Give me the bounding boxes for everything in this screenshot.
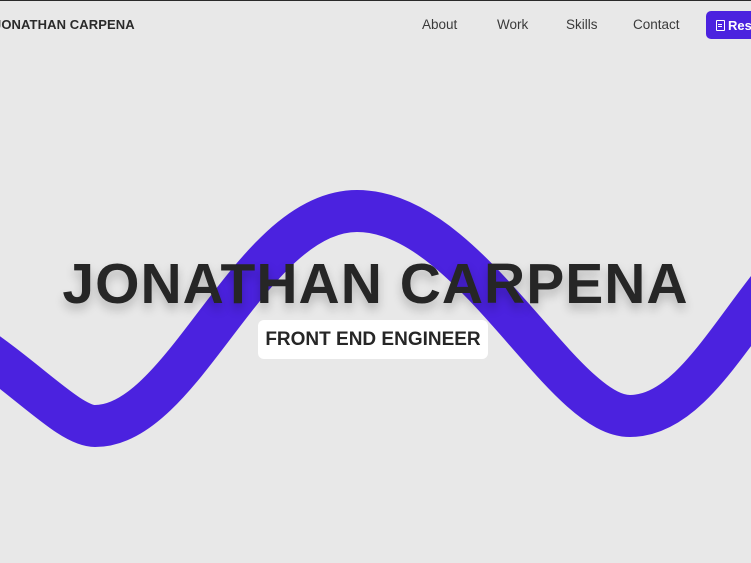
navbar: JONATHAN CARPENA About Work Skills Conta… bbox=[0, 1, 751, 49]
page: JONATHAN CARPENA About Work Skills Conta… bbox=[0, 0, 751, 563]
hero-title: JONATHAN CARPENA bbox=[62, 252, 689, 316]
subtitle-badge: FRONT END ENGINEER bbox=[258, 320, 488, 359]
resume-button[interactable]: Res bbox=[706, 11, 751, 39]
nav-link-skills[interactable]: Skills bbox=[566, 17, 598, 32]
nav-link-contact[interactable]: Contact bbox=[633, 17, 680, 32]
resume-button-label: Res bbox=[728, 18, 751, 33]
nav-link-work[interactable]: Work bbox=[497, 17, 528, 32]
nav-links: About Work Skills Contact bbox=[0, 17, 751, 37]
document-icon bbox=[716, 20, 725, 31]
nav-link-about[interactable]: About bbox=[422, 17, 457, 32]
